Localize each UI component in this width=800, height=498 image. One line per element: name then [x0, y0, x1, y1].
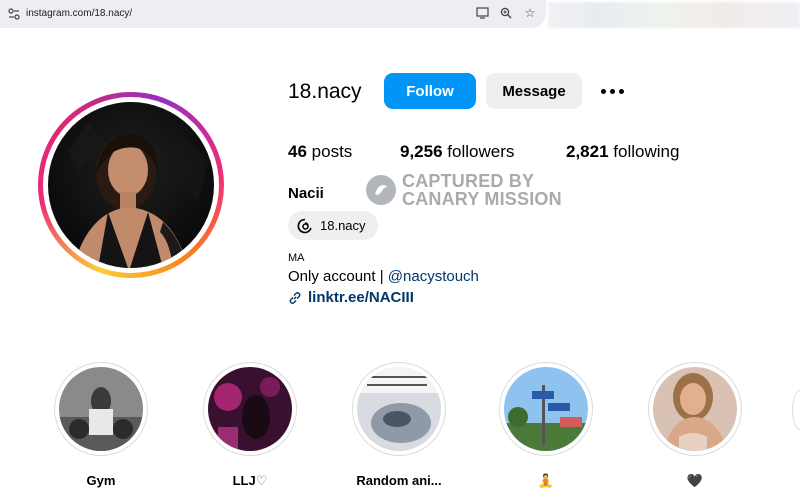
avatar-photo [48, 102, 214, 268]
threads-badge[interactable]: 18.nacy [288, 211, 378, 240]
link-text: linktr.ee/NACIII [308, 289, 414, 306]
canary-mission-watermark: CAPTURED BY CANARY MISSION [366, 172, 562, 208]
follow-button[interactable]: Follow [384, 73, 476, 109]
highlight-label: 🧘 [537, 473, 555, 488]
watermark-line-2: CANARY MISSION [402, 189, 562, 209]
bio-category: MA [288, 252, 305, 264]
highlight-cover [653, 367, 737, 451]
highlight-llj[interactable] [203, 362, 297, 456]
highlight-cover [59, 367, 143, 451]
external-link[interactable]: linktr.ee/NACIII [288, 289, 414, 306]
highlight-meditation[interactable] [499, 362, 593, 456]
blurred-browser-toolbar [548, 2, 800, 28]
display-name: Nacii [288, 185, 324, 202]
posts-count: 46 posts [288, 142, 353, 161]
profile-username: 18.nacy [288, 80, 362, 103]
highlight-label: 🖤 [686, 473, 704, 488]
highlight-cover [357, 367, 441, 451]
canary-bird-icon [366, 175, 396, 205]
threads-icon [296, 217, 314, 235]
zoom-icon[interactable] [498, 5, 514, 21]
highlight-heart[interactable] [648, 362, 742, 456]
message-button[interactable]: Message [486, 73, 582, 109]
highlight-label: Gym [86, 473, 116, 488]
bio-text: Only account | @nacystouch [288, 268, 479, 285]
instagram-profile-page: instagram.com/18.nacy/ ☆ 18.nacy Follow … [0, 0, 800, 498]
site-settings-icon[interactable] [8, 8, 20, 20]
link-icon [288, 291, 302, 305]
url-text[interactable]: instagram.com/18.nacy/ [26, 8, 132, 19]
highlight-label: Random ani... [356, 473, 442, 488]
highlight-random[interactable] [352, 362, 446, 456]
install-app-icon[interactable] [474, 5, 490, 21]
highlight-label: LLJ♡ [232, 473, 268, 488]
more-options-icon[interactable] [596, 80, 628, 102]
highlight-cover [208, 367, 292, 451]
followers-count[interactable]: 9,256 followers [400, 142, 514, 162]
highlights-next-arrow[interactable] [792, 390, 800, 430]
threads-handle: 18.nacy [320, 218, 366, 233]
bio-mention-link[interactable]: @nacystouch [388, 268, 479, 285]
following-count[interactable]: 2,821 following [566, 142, 679, 162]
address-bar[interactable]: instagram.com/18.nacy/ ☆ [0, 0, 546, 28]
watermark-line-1: CAPTURED BY [402, 171, 535, 191]
highlight-gym[interactable] [54, 362, 148, 456]
highlight-cover [504, 367, 588, 451]
bookmark-star-icon[interactable]: ☆ [522, 5, 538, 21]
profile-avatar[interactable] [38, 92, 224, 278]
